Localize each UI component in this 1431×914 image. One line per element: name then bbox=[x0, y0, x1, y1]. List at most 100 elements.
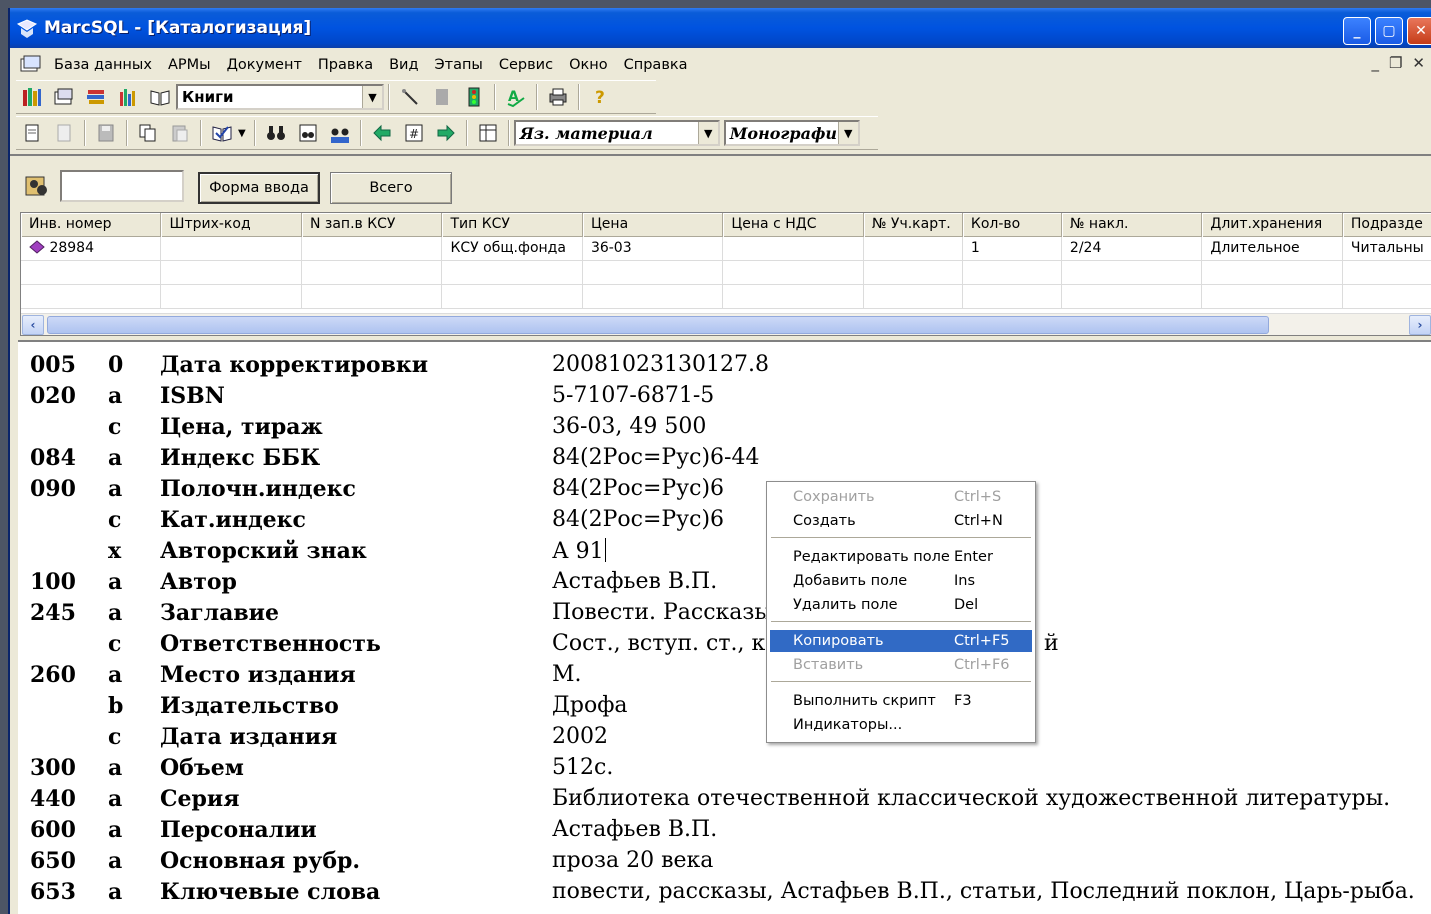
marc-field-row[interactable]: 084 a Индекс ББК 84(2Рос=Рус)6-44 bbox=[18, 443, 1431, 474]
marc-field-row[interactable]: 650 a Основная рубр. проза 20 века bbox=[18, 846, 1431, 877]
menu-item-save[interactable]: Сохранить Ctrl+S bbox=[770, 486, 1032, 508]
table-row[interactable] bbox=[21, 261, 1431, 285]
marc-field-row[interactable]: 090 a Полочн.индекс 84(2Рос=Рус)6 bbox=[18, 474, 1431, 505]
svg-text:?: ? bbox=[595, 88, 605, 108]
shelf-button[interactable] bbox=[115, 85, 141, 109]
menu-item-add-field[interactable]: Добавить поле Ins bbox=[770, 570, 1032, 592]
marc-field-row[interactable]: 020 a ISBN 5-7107-6871-5 bbox=[18, 381, 1431, 412]
chevron-down-icon[interactable]: ▼ bbox=[837, 122, 858, 144]
pointer-button[interactable] bbox=[397, 85, 423, 109]
field-name: Цена, тираж bbox=[160, 414, 323, 440]
menu-document[interactable]: Документ bbox=[219, 57, 310, 73]
marc-field-row[interactable]: c Цена, тираж 36-03, 49 500 bbox=[18, 412, 1431, 443]
column-header[interactable]: Кол-во bbox=[963, 213, 1062, 237]
marc-field-row[interactable]: 260 a Место издания М. bbox=[18, 660, 1431, 691]
marc-field-row[interactable]: 245 a Заглавие Повести. Рассказы bbox=[18, 598, 1431, 629]
menu-service[interactable]: Сервис bbox=[491, 57, 561, 73]
find-all-button[interactable] bbox=[327, 121, 353, 145]
column-header[interactable]: Цена с НДС bbox=[723, 213, 864, 237]
input-form-button[interactable]: Форма ввода bbox=[198, 172, 320, 204]
marc-field-row-active[interactable]: x Авторский знак А 91 bbox=[18, 536, 1431, 567]
menu-edit[interactable]: Правка bbox=[310, 57, 381, 73]
menu-item-copy[interactable]: Копировать Ctrl+F5 bbox=[770, 630, 1032, 652]
find-next-button[interactable] bbox=[295, 121, 321, 145]
document-type-combo[interactable]: Книги ▼ bbox=[176, 84, 384, 110]
check-button[interactable] bbox=[209, 121, 235, 145]
marc-field-row[interactable]: 600 a Персоналии Астафьев В.П. bbox=[18, 815, 1431, 846]
marc-field-row[interactable]: 653 a Ключевые слова повести, рассказы, … bbox=[18, 877, 1431, 908]
signal-button[interactable] bbox=[461, 85, 487, 109]
column-header[interactable]: Подразде bbox=[1343, 213, 1431, 237]
filter-disabled-button[interactable] bbox=[429, 85, 455, 109]
menu-view[interactable]: Вид bbox=[381, 57, 426, 73]
marc-field-row[interactable]: c Ответственность Сост., вступ. ст., к й bbox=[18, 629, 1431, 660]
scroll-right-button[interactable]: › bbox=[1409, 315, 1431, 335]
copy-button[interactable] bbox=[135, 121, 161, 145]
marc-field-row[interactable]: 005 0 Дата корректировки 20081023130127.… bbox=[18, 350, 1431, 381]
title-bar[interactable]: MarcSQL - [Каталогизация] _ ▢ ✕ bbox=[10, 8, 1431, 48]
column-header[interactable]: Тип КСУ bbox=[442, 213, 583, 237]
language-combo[interactable]: Яз. материал ▼ bbox=[513, 120, 720, 146]
reader-button[interactable] bbox=[147, 85, 173, 109]
chevron-down-icon[interactable]: ▼ bbox=[697, 122, 718, 144]
scroll-left-button[interactable]: ‹ bbox=[22, 315, 44, 335]
search-icon[interactable] bbox=[24, 174, 52, 200]
marc-field-row[interactable]: b Издательство Дрофа bbox=[18, 691, 1431, 722]
mdi-minimize-button[interactable]: _ bbox=[1371, 54, 1379, 72]
menu-item-indicators[interactable]: Индикаторы... bbox=[770, 714, 1032, 736]
form-type-combo[interactable]: Монографи ▼ bbox=[723, 120, 860, 146]
goto-record-button[interactable]: # bbox=[401, 121, 427, 145]
spell-check-button[interactable]: A bbox=[503, 85, 529, 109]
table-row[interactable] bbox=[21, 285, 1431, 309]
next-record-button[interactable] bbox=[433, 121, 459, 145]
table-row[interactable]: 28984 КСУ общ.фонда 36-03 1 2/24 Длитель… bbox=[21, 237, 1431, 261]
column-header[interactable]: Штрих-код bbox=[161, 213, 302, 237]
marc-field-row[interactable]: 300 a Объем 512с. bbox=[18, 753, 1431, 784]
edit-record-button[interactable] bbox=[51, 121, 77, 145]
horizontal-scrollbar[interactable]: ‹ › bbox=[21, 313, 1431, 335]
all-button[interactable]: Всего bbox=[330, 172, 452, 204]
menu-arms[interactable]: АРМы bbox=[160, 57, 219, 73]
column-header[interactable]: № накл. bbox=[1062, 213, 1203, 237]
column-header[interactable]: Длит.хранения bbox=[1202, 213, 1343, 237]
help-button[interactable]: ? bbox=[587, 85, 613, 109]
prev-record-button[interactable] bbox=[369, 121, 395, 145]
minimize-button[interactable]: _ bbox=[1343, 17, 1371, 45]
find-button[interactable] bbox=[263, 121, 289, 145]
column-header[interactable]: № Уч.карт. bbox=[864, 213, 963, 237]
save-button[interactable] bbox=[93, 121, 119, 145]
menu-item-run-script[interactable]: Выполнить скрипт F3 bbox=[770, 690, 1032, 712]
marc-field-row[interactable]: c Дата издания 2002 bbox=[18, 722, 1431, 753]
mdi-restore-button[interactable]: ❐ bbox=[1389, 54, 1402, 72]
mdi-close-button[interactable]: ✕ bbox=[1412, 54, 1425, 72]
column-header[interactable]: Инв. номер bbox=[21, 213, 162, 237]
column-header[interactable]: Цена bbox=[583, 213, 724, 237]
marc-field-row[interactable]: 100 a Автор Астафьев В.П. bbox=[18, 567, 1431, 598]
close-button[interactable]: ✕ bbox=[1407, 17, 1431, 45]
scroll-thumb[interactable] bbox=[47, 316, 1269, 334]
marc-field-row[interactable]: 440 a Серия Библиотека отечественной кла… bbox=[18, 784, 1431, 815]
maximize-button[interactable]: ▢ bbox=[1375, 17, 1403, 45]
stack-button[interactable] bbox=[83, 85, 109, 109]
print-button[interactable] bbox=[545, 85, 571, 109]
search-input[interactable] bbox=[60, 170, 184, 202]
library-button[interactable] bbox=[19, 85, 45, 109]
menu-help[interactable]: Справка bbox=[616, 57, 696, 73]
menu-item-create[interactable]: Создать Ctrl+N bbox=[770, 510, 1032, 532]
menu-item-paste[interactable]: Вставить Ctrl+F6 bbox=[770, 654, 1032, 676]
check-dropdown-icon[interactable]: ▼ bbox=[238, 128, 246, 139]
field-value-editor[interactable]: А 91 bbox=[552, 538, 606, 564]
paste-button[interactable] bbox=[167, 121, 193, 145]
marc-record-view[interactable]: 005 0 Дата корректировки 20081023130127.… bbox=[18, 340, 1431, 914]
catalog-button[interactable] bbox=[51, 85, 77, 109]
menu-item-edit-field[interactable]: Редактировать поле Enter bbox=[770, 546, 1032, 568]
menu-database[interactable]: База данных bbox=[46, 57, 160, 73]
table-view-button[interactable] bbox=[475, 121, 501, 145]
marc-field-row[interactable]: c Кат.индекс 84(2Рос=Рус)6 bbox=[18, 505, 1431, 536]
menu-window[interactable]: Окно bbox=[561, 57, 616, 73]
column-header[interactable]: N зап.в КСУ bbox=[302, 213, 443, 237]
new-record-button[interactable] bbox=[19, 121, 45, 145]
menu-item-delete-field[interactable]: Удалить поле Del bbox=[770, 594, 1032, 616]
menu-stages[interactable]: Этапы bbox=[427, 57, 491, 73]
chevron-down-icon[interactable]: ▼ bbox=[362, 86, 382, 108]
